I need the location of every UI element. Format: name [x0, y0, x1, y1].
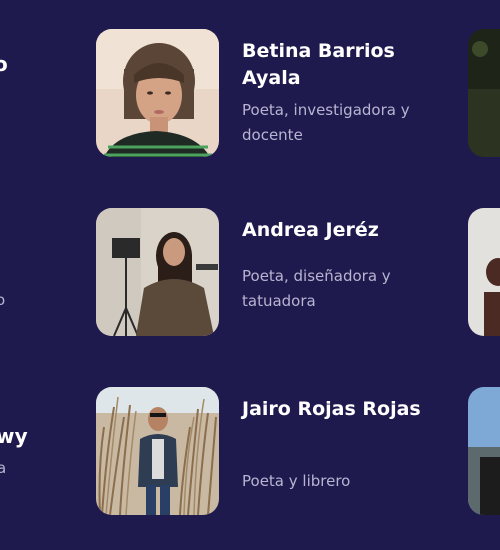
left-card-role-fragment: a — [0, 459, 7, 477]
person-name[interactable]: Andrea Jeréz — [242, 217, 432, 244]
left-card-role-fragment: o — [0, 291, 6, 309]
person-role: Poeta, investigadora y docente — [242, 101, 410, 144]
person-role: Poeta y librero — [242, 472, 351, 490]
person-photo[interactable] — [96, 208, 219, 336]
person-photo[interactable] — [96, 29, 219, 157]
left-card-name-fragment[interactable]: wy — [0, 424, 28, 448]
person-photo[interactable] — [96, 387, 219, 515]
person-photo[interactable] — [468, 208, 500, 336]
person-name[interactable]: Jairo Rojas Rojas — [242, 396, 432, 423]
left-card-name-fragment[interactable]: o — [0, 52, 8, 76]
poets-grid-page: o o wy a Betina Barrios Ayala Poeta, inv… — [0, 0, 500, 550]
person-photo[interactable] — [468, 387, 500, 515]
person-name[interactable]: Betina Barrios Ayala — [242, 38, 432, 92]
person-role: Poeta, diseñadora y tatuadora — [242, 267, 391, 310]
person-photo[interactable] — [468, 29, 500, 157]
